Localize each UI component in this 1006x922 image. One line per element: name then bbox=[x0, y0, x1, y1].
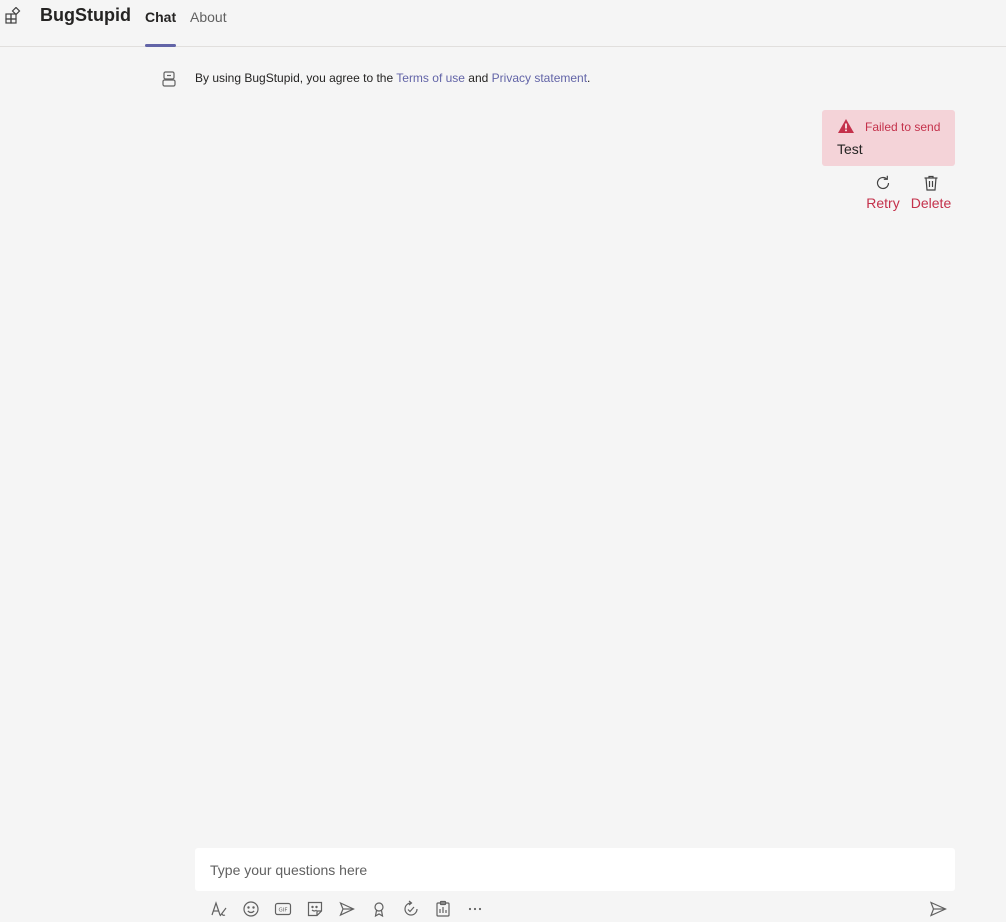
warning-icon bbox=[837, 118, 855, 134]
forms-icon[interactable] bbox=[433, 899, 453, 919]
emoji-icon[interactable] bbox=[241, 899, 261, 919]
sticker-icon[interactable] bbox=[305, 899, 325, 919]
app-title: BugStupid bbox=[40, 5, 131, 25]
trash-icon bbox=[924, 175, 938, 191]
more-icon[interactable] bbox=[465, 899, 485, 919]
delete-label: Delete bbox=[910, 195, 952, 211]
terms-notice: By using BugStupid, you agree to the Ter… bbox=[195, 71, 590, 85]
tab-chat[interactable]: Chat bbox=[145, 9, 177, 47]
message-bubble[interactable]: Failed to send Test bbox=[822, 110, 955, 166]
failed-status-text: Failed to send bbox=[865, 120, 941, 134]
notice-middle: and bbox=[464, 71, 492, 85]
delete-button[interactable]: Delete bbox=[910, 174, 952, 211]
format-icon[interactable] bbox=[209, 899, 229, 919]
header-bar: BugStupid Chat About bbox=[0, 0, 1006, 47]
message-input[interactable] bbox=[195, 848, 955, 891]
svg-text:GIF: GIF bbox=[278, 908, 287, 914]
loop-icon[interactable] bbox=[401, 899, 421, 919]
bot-icon bbox=[161, 70, 177, 88]
notice-prefix: By using BugStupid, you agree to the bbox=[195, 71, 397, 85]
message-text: Test bbox=[837, 141, 863, 157]
send-icon[interactable] bbox=[928, 899, 948, 919]
retry-icon bbox=[876, 175, 890, 190]
privacy-statement-link[interactable]: Privacy statement bbox=[492, 71, 587, 85]
tab-about[interactable]: About bbox=[190, 9, 227, 47]
terms-of-use-link[interactable]: Terms of use bbox=[396, 71, 465, 85]
retry-button[interactable]: Retry bbox=[866, 174, 900, 211]
message-composer bbox=[195, 848, 955, 891]
praise-icon[interactable] bbox=[369, 899, 389, 919]
meet-icon[interactable] bbox=[337, 899, 357, 919]
notice-suffix: . bbox=[587, 71, 591, 85]
gif-icon[interactable]: GIF bbox=[273, 899, 293, 919]
retry-label: Retry bbox=[866, 195, 900, 211]
apps-icon[interactable] bbox=[4, 6, 22, 25]
